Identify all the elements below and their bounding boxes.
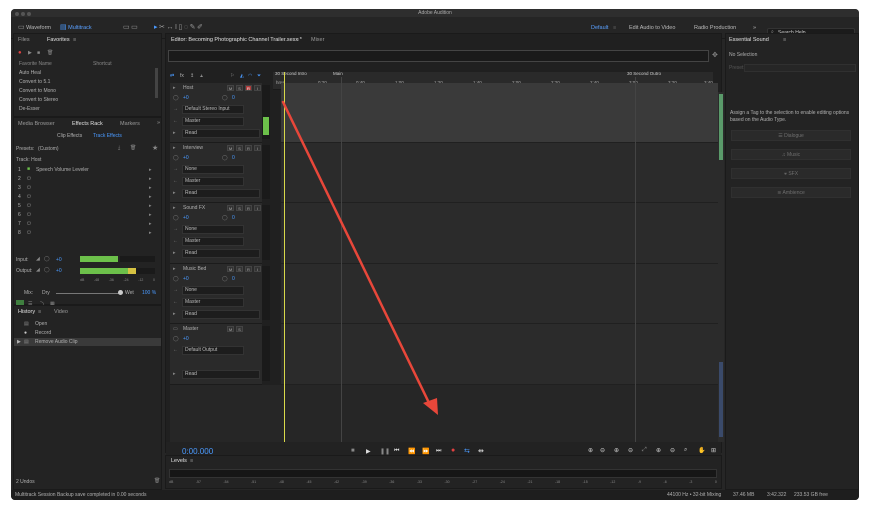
annotation-arrow xyxy=(281,100,438,415)
app-window: Adobe Audition ▭ Waveform ▤ Multitrack ▭… xyxy=(11,9,859,500)
